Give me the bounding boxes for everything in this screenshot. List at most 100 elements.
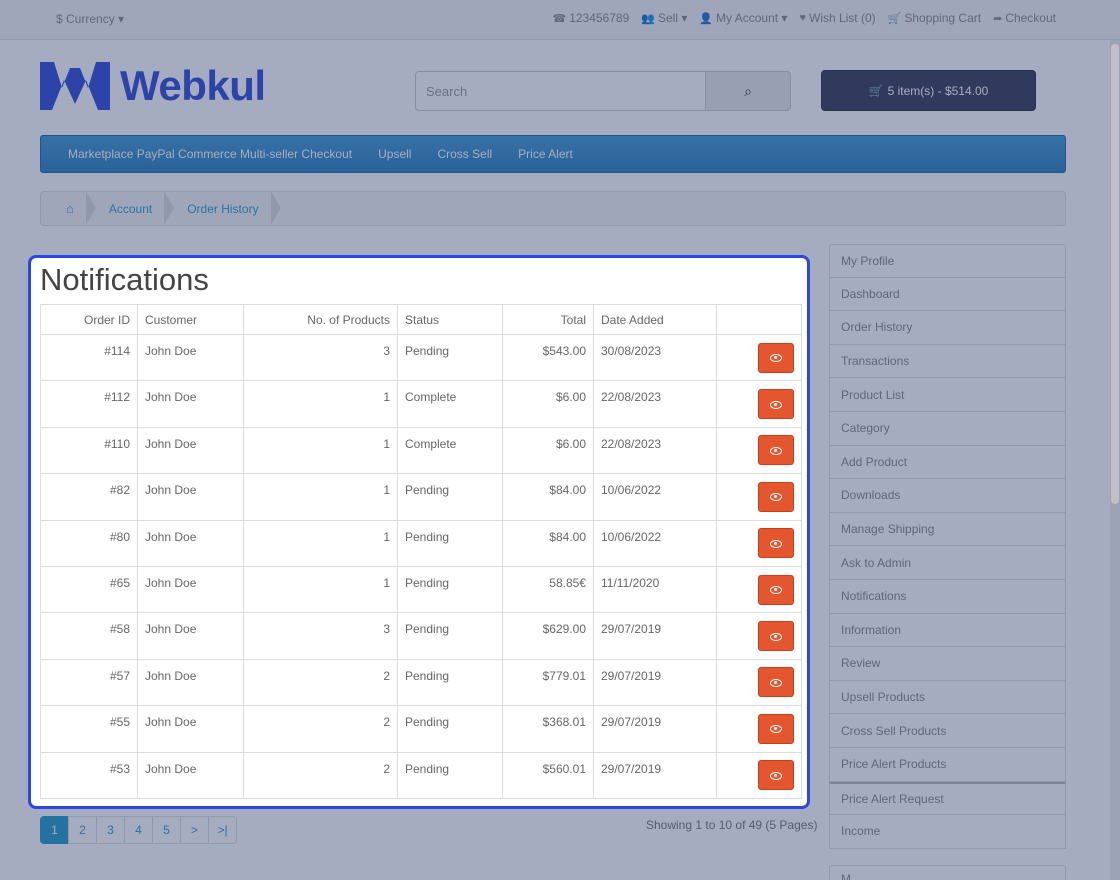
- customer-cell: John Doe: [137, 333, 244, 382]
- page-title: Notifications: [40, 262, 209, 297]
- sidebar-item-income[interactable]: Income: [829, 815, 1066, 849]
- date-cell: 11/11/2020: [593, 565, 717, 614]
- notifications-panel: Notifications Order ID Customer No. of P…: [28, 255, 810, 809]
- sidebar-item-manage-shipping[interactable]: Manage Shipping: [829, 512, 1066, 547]
- scrollbar-thumb[interactable]: [1111, 44, 1119, 504]
- wishlist-label: Wish List (0): [808, 11, 876, 25]
- action-cell: [716, 565, 802, 614]
- sidebar-item-add-product[interactable]: Add Product: [829, 445, 1066, 480]
- order-id-cell: #53: [40, 751, 138, 799]
- sidebar-item-downloads[interactable]: Downloads: [829, 479, 1066, 513]
- order-id-cell: #114: [40, 333, 138, 382]
- view-order-button[interactable]: [758, 667, 794, 698]
- products-cell: 3: [243, 333, 398, 382]
- search-bar: ⌕: [415, 71, 791, 111]
- eye-icon: [770, 586, 782, 595]
- page-5[interactable]: 5: [152, 816, 181, 844]
- sidebar-item-transactions[interactable]: Transactions: [829, 344, 1066, 379]
- nav-item-marketplace-paypal[interactable]: Marketplace PayPal Commerce Multi-seller…: [55, 147, 365, 161]
- wishlist-link[interactable]: ♥ Wish List (0): [799, 11, 875, 25]
- page-next[interactable]: >: [180, 816, 209, 844]
- sidebar-item-review[interactable]: Review: [829, 647, 1066, 681]
- action-cell: [716, 519, 802, 567]
- sell-dropdown[interactable]: 👥 Sell ▾: [641, 11, 687, 25]
- nav-item-upsell[interactable]: Upsell: [365, 147, 424, 161]
- top-bar: $ Currency ▾ ☎ 123456789 👥 Sell ▾ 👤 My Acco…: [0, 0, 1120, 40]
- sidebar-item-information[interactable]: Information: [829, 613, 1066, 648]
- view-order-button[interactable]: [758, 435, 794, 466]
- products-cell: 2: [243, 658, 398, 707]
- page-1[interactable]: 1: [40, 816, 69, 844]
- table-row: #58 John Doe 3 Pending $629.00 29/07/201…: [40, 612, 802, 660]
- search-button[interactable]: ⌕: [706, 71, 791, 111]
- status-cell: Pending: [397, 333, 503, 382]
- account-sidebar: My Profile Dashboard Order History Trans…: [829, 244, 1066, 849]
- products-cell: 1: [243, 380, 398, 428]
- column-header-action: [716, 304, 802, 335]
- products-cell: 1: [243, 473, 398, 521]
- view-order-button[interactable]: [758, 389, 794, 420]
- sidebar-item-category[interactable]: Category: [829, 411, 1066, 446]
- breadcrumb-order-history[interactable]: Order History: [172, 191, 281, 226]
- orders-table: Order ID Customer No. of Products Status…: [40, 304, 802, 799]
- customer-cell: John Doe: [137, 426, 244, 475]
- shopping-cart-link[interactable]: 🛒 Shopping Cart: [888, 11, 981, 25]
- sidebar-item-order-history[interactable]: Order History: [829, 311, 1066, 345]
- page-2[interactable]: 2: [68, 816, 97, 844]
- action-cell: [716, 333, 802, 382]
- main-nav: Marketplace PayPal Commerce Multi-seller…: [40, 135, 1066, 173]
- my-account-dropdown[interactable]: 👤 My Account ▾: [699, 11, 787, 25]
- customer-cell: John Doe: [137, 751, 244, 799]
- site-logo[interactable]: Webkul: [40, 62, 266, 110]
- shopping-cart-label: Shopping Cart: [904, 11, 982, 25]
- sidebar-item-my-profile[interactable]: My Profile: [829, 244, 1066, 278]
- eye-icon: [770, 354, 782, 363]
- order-id-cell: #112: [40, 380, 138, 428]
- sidebar-item-price-alert-products[interactable]: Price Alert Products: [829, 747, 1066, 782]
- checkout-label: Checkout: [1005, 11, 1056, 25]
- view-order-button[interactable]: [758, 528, 794, 559]
- products-cell: 1: [243, 426, 398, 475]
- sidebar-item-upsell-products[interactable]: Upsell Products: [829, 680, 1066, 715]
- date-cell: 29/07/2019: [593, 751, 717, 799]
- date-cell: 29/07/2019: [593, 705, 717, 753]
- eye-icon: [770, 493, 782, 502]
- currency-dropdown[interactable]: $ Currency ▾: [56, 12, 124, 26]
- view-order-button[interactable]: [758, 760, 794, 791]
- sidebar-item-notifications[interactable]: Notifications: [829, 579, 1066, 614]
- nav-item-price-alert[interactable]: Price Alert: [505, 147, 586, 161]
- view-order-button[interactable]: [758, 713, 794, 744]
- sidebar-item-product-list[interactable]: Product List: [829, 378, 1066, 412]
- view-order-button[interactable]: [758, 481, 794, 512]
- sidebar-item-cross-sell-products[interactable]: Cross Sell Products: [829, 714, 1066, 748]
- search-input[interactable]: [415, 71, 706, 111]
- checkout-link[interactable]: ➦ Checkout: [993, 11, 1056, 25]
- nav-item-cross-sell[interactable]: Cross Sell: [424, 147, 505, 161]
- cart-button[interactable]: 🛒 5 item(s) - $514.00: [821, 70, 1036, 111]
- phone-link[interactable]: ☎ 123456789: [552, 11, 629, 25]
- column-header-products: No. of Products: [243, 304, 398, 335]
- customer-cell: John Doe: [137, 519, 244, 567]
- page-last[interactable]: >|: [208, 816, 237, 844]
- total-cell: 58.85€: [502, 565, 594, 614]
- eye-icon: [770, 539, 782, 548]
- action-cell: [716, 705, 802, 753]
- page-3[interactable]: 3: [96, 816, 125, 844]
- action-cell: [716, 612, 802, 660]
- sidebar-item-dashboard[interactable]: Dashboard: [829, 277, 1066, 312]
- sell-label: Sell ▾: [657, 11, 688, 25]
- breadcrumb-home[interactable]: ⌂: [51, 191, 96, 226]
- home-icon: ⌂: [66, 201, 74, 216]
- date-cell: 30/08/2023: [593, 333, 717, 382]
- view-order-button[interactable]: [758, 574, 794, 605]
- table-row: #80 John Doe 1 Pending $84.00 10/06/2022: [40, 519, 802, 567]
- products-cell: 2: [243, 705, 398, 753]
- sidebar-item-price-alert-request[interactable]: Price Alert Request: [829, 781, 1066, 816]
- order-id-cell: #57: [40, 658, 138, 707]
- status-cell: Pending: [397, 612, 503, 660]
- page-4[interactable]: 4: [124, 816, 153, 844]
- view-order-button[interactable]: [758, 342, 794, 373]
- breadcrumb-account[interactable]: Account: [94, 191, 175, 226]
- view-order-button[interactable]: [758, 621, 794, 652]
- sidebar-item-ask-to-admin[interactable]: Ask to Admin: [829, 546, 1066, 580]
